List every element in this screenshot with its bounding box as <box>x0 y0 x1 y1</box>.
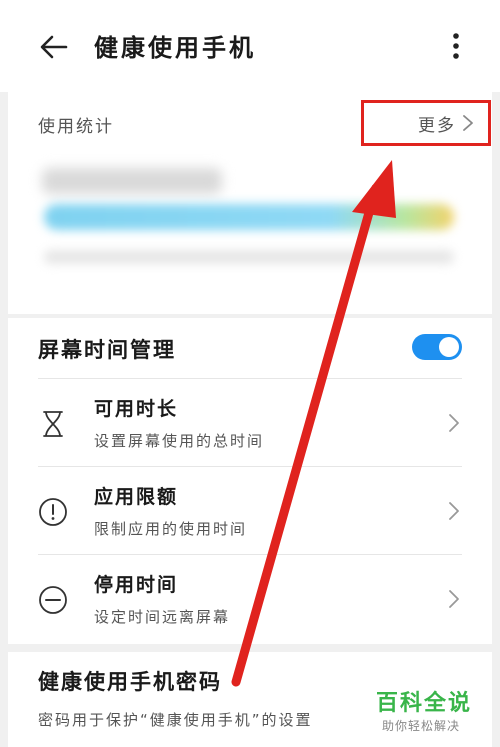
screen-time-card: 屏幕时间管理 可用时长 设置屏幕使用的总时间 应用限额 限制应用的使用时间 停用… <box>8 318 492 644</box>
usage-stats-card: 使用统计 更多 <box>8 92 492 314</box>
divider <box>38 466 462 467</box>
password-description: 密码用于保护“健康使用手机”的设置 <box>38 711 313 729</box>
arrow-left-icon[interactable] <box>38 31 70 63</box>
item-title: 可用时长 <box>94 398 179 420</box>
list-item-downtime[interactable]: 停用时间 设定时间远离屏幕 <box>8 556 492 642</box>
chevron-right-icon <box>449 590 459 608</box>
blurred-axis <box>44 250 454 264</box>
chevron-right-icon <box>463 115 473 131</box>
screen-time-title: 屏幕时间管理 <box>38 338 176 362</box>
page-title: 健康使用手机 <box>94 34 256 62</box>
chevron-right-icon <box>449 502 459 520</box>
blurred-summary <box>42 168 222 194</box>
item-subtitle: 设置屏幕使用的总时间 <box>94 432 265 450</box>
toggle-knob <box>439 337 459 357</box>
watermark-sub: 助你轻松解决 <box>382 719 461 733</box>
usage-stats-title: 使用统计 <box>38 117 114 137</box>
password-title: 健康使用手机密码 <box>38 670 222 694</box>
item-subtitle: 限制应用的使用时间 <box>94 520 248 538</box>
hourglass-icon <box>43 411 63 437</box>
blurred-usage-bar <box>44 204 454 230</box>
divider <box>38 378 462 379</box>
blurred-usage-chart <box>18 162 478 292</box>
item-title: 停用时间 <box>94 574 179 596</box>
screen-time-toggle[interactable] <box>412 334 462 360</box>
item-title: 应用限额 <box>94 486 179 508</box>
divider <box>38 554 462 555</box>
more-vertical-icon[interactable] <box>446 30 466 62</box>
watermark-logo: 百科全说 助你轻松解决 <box>372 685 492 741</box>
list-item-available-time[interactable]: 可用时长 设置屏幕使用的总时间 <box>8 380 492 466</box>
chevron-right-icon <box>449 414 459 432</box>
item-subtitle: 设定时间远离屏幕 <box>94 608 231 626</box>
watermark-main: 百科全说 <box>376 691 473 716</box>
list-item-app-limits[interactable]: 应用限额 限制应用的使用时间 <box>8 468 492 554</box>
more-label: 更多 <box>418 115 456 136</box>
top-app-bar: 健康使用手机 <box>0 0 500 92</box>
alert-circle-icon <box>39 498 67 526</box>
more-link[interactable]: 更多 <box>361 100 491 146</box>
minus-circle-icon <box>39 586 67 614</box>
